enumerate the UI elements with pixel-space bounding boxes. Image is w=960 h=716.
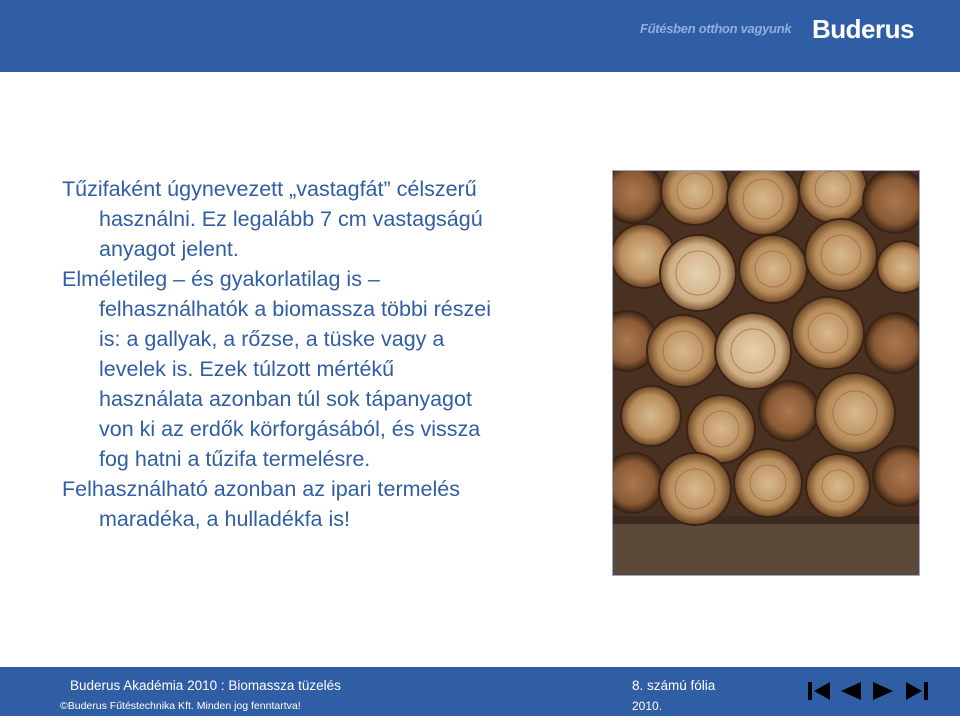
text-line: Elméletileg – és gyakorlatilag is – <box>62 267 380 291</box>
footer-bar: Buderus Akadémia 2010 : Biomassza tüzelé… <box>0 667 960 716</box>
text-line: felhasználhatók a biomassza többi részei <box>99 297 491 321</box>
text-line: maradéka, a hulladékfa is! <box>99 507 350 531</box>
paragraph-waste-wood: Felhasználható azonban az ipari termelés… <box>62 474 602 534</box>
paragraph-firewood: Tűzifaként úgynevezett „vastagfát” célsz… <box>62 174 602 264</box>
firewood-stack-photo <box>612 170 920 576</box>
next-slide-icon <box>873 682 893 700</box>
copyright-text: Buderus Fűtéstechnika Kft. Minden jog fe… <box>67 700 301 712</box>
text-line: használata azonban túl sok tápanyagot <box>99 387 472 411</box>
slogan: Fűtésben otthon vagyunk <box>640 21 792 36</box>
slide-year: 2010. <box>632 699 663 713</box>
previous-slide-icon <box>841 682 861 700</box>
first-slide-button[interactable] <box>806 680 832 702</box>
slide-body: Tűzifaként úgynevezett „vastagfát” célsz… <box>62 174 602 534</box>
last-slide-button[interactable] <box>904 680 930 702</box>
last-slide-icon <box>906 682 928 700</box>
slide-number: 8. számú fólia <box>632 678 716 693</box>
buderus-logo: Buderus <box>812 14 914 44</box>
next-slide-button[interactable] <box>870 680 896 702</box>
copyright-symbol: © <box>60 700 68 712</box>
copyright-notice: ©Buderus Fűtéstechnika Kft. Minden jog f… <box>60 700 301 712</box>
text-line: is: a gallyak, a rőzse, a tüske vagy a <box>99 327 445 351</box>
text-line: von ki az erdők körforgásából, és vissza <box>99 417 481 441</box>
text-line: anyagot jelent. <box>99 237 239 261</box>
header-bar: Fűtésben otthon vagyunk Buderus <box>0 0 960 72</box>
text-line: fog hatni a tűzifa termelésre. <box>99 447 371 471</box>
previous-slide-button[interactable] <box>838 680 864 702</box>
text-line: Tűzifaként úgynevezett „vastagfát” célsz… <box>62 177 477 201</box>
text-line: levelek is. Ezek túlzott mértékű <box>99 357 395 381</box>
firewood-illustration <box>613 171 919 575</box>
first-slide-icon <box>808 682 830 700</box>
text-line: használni. Ez legalább 7 cm vastagságú <box>99 207 483 231</box>
paragraph-biomass: Elméletileg – és gyakorlatilag is – felh… <box>62 264 602 474</box>
course-title: Buderus Akadémia 2010 : Biomassza tüzelé… <box>70 678 341 693</box>
text-line: Felhasználható azonban az ipari termelés <box>62 477 460 501</box>
